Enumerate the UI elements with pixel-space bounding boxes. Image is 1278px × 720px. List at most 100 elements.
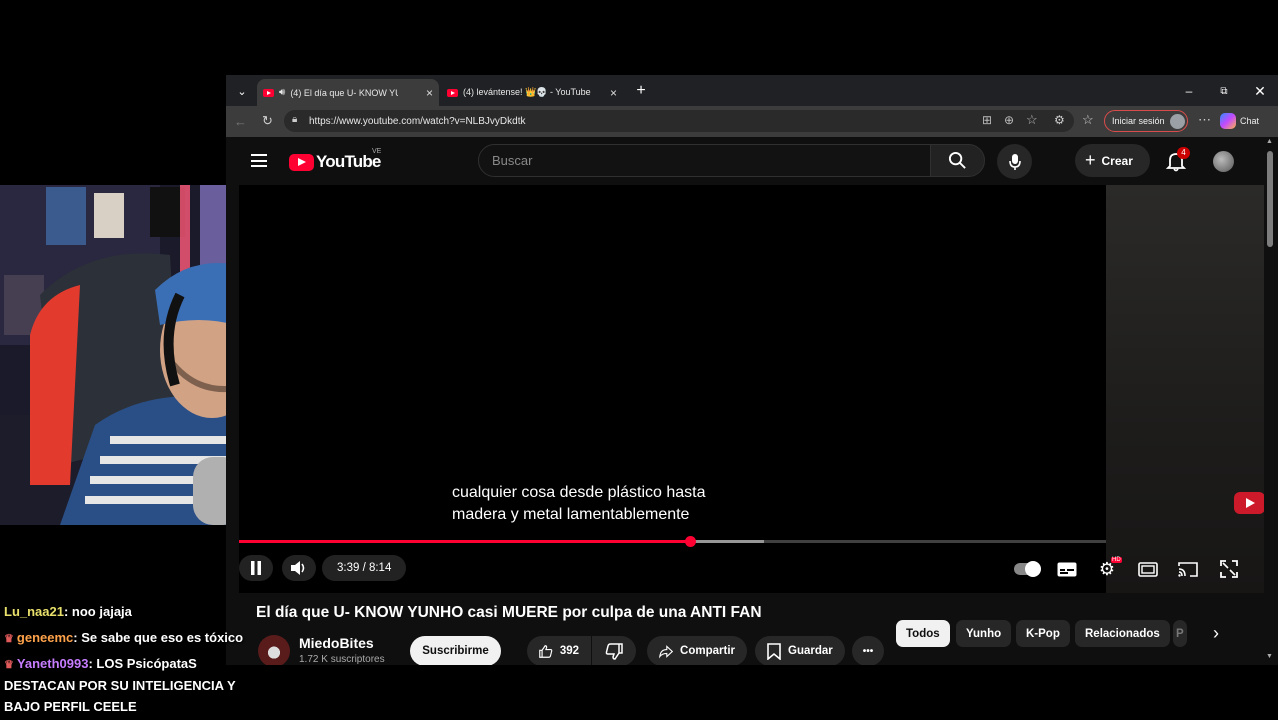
- subtitles-button[interactable]: [1055, 559, 1079, 579]
- zoom-icon[interactable]: ⊕: [1004, 113, 1014, 127]
- youtube-favicon-icon: [263, 88, 274, 97]
- extensions-icon[interactable]: ⚙︎: [1054, 113, 1065, 127]
- close-tab-icon[interactable]: ×: [610, 86, 617, 100]
- chat-message: ♛ geneemc: Se sabe que eso es tóxico: [4, 630, 243, 645]
- share-label: Compartir: [680, 645, 735, 657]
- chat-label: Chat: [1240, 116, 1260, 126]
- subscriber-count: 1.72 K suscriptores: [299, 654, 385, 665]
- youtube-logo[interactable]: YouTube: [289, 152, 381, 172]
- tab-video[interactable]: 🔊︎ (4) El día que U- KNOW YUNHO ×: [257, 79, 439, 106]
- youtube-favicon-icon: [447, 88, 458, 97]
- copilot-chat-button[interactable]: Chat: [1220, 111, 1272, 131]
- search-icon: [948, 151, 966, 169]
- volume-button[interactable]: [282, 555, 316, 581]
- scroll-down-arrow-icon[interactable]: ▼: [1266, 653, 1273, 660]
- save-label: Guardar: [788, 645, 833, 657]
- autoplay-toggle[interactable]: [1014, 561, 1041, 577]
- chat-badge-icon: ♛: [4, 633, 17, 645]
- region-code: VE: [372, 148, 382, 155]
- subscribe-button[interactable]: Suscribirme: [410, 636, 501, 665]
- scroll-up-arrow-icon[interactable]: ▲: [1266, 138, 1273, 145]
- chip-yunho[interactable]: Yunho: [956, 620, 1012, 647]
- page-scrollbar-thumb[interactable]: [1267, 151, 1273, 247]
- share-arrow-icon: [659, 644, 674, 659]
- create-label: Crear: [1101, 153, 1133, 168]
- search-input[interactable]: Buscar: [478, 144, 932, 177]
- cast-button[interactable]: [1176, 559, 1200, 579]
- youtube-watermark-icon: [1234, 492, 1265, 514]
- channel-avatar[interactable]: [258, 635, 290, 665]
- tab-title: (4) El día que U- KNOW YUNHO: [290, 87, 398, 98]
- search-button[interactable]: [930, 144, 985, 177]
- thumbs-down-icon: [605, 642, 623, 660]
- create-button[interactable]: + Crear: [1075, 144, 1150, 177]
- chat-badge-icon: ♛: [4, 659, 17, 671]
- signin-button[interactable]: Iniciar sesión: [1104, 110, 1188, 132]
- app-available-icon[interactable]: ⊞: [982, 113, 992, 127]
- speaker-icon[interactable]: 🔊︎: [279, 87, 285, 98]
- time-display: 3:39 / 8:14: [322, 555, 407, 581]
- chip-partial[interactable]: P: [1173, 620, 1187, 647]
- youtube-play-icon: [289, 153, 314, 171]
- tab-list-chevron-icon[interactable]: ⌄: [232, 81, 252, 101]
- url-text: https://www.youtube.com/watch?v=NLBJvyDk…: [309, 115, 526, 127]
- chat-username: Yaneth0993: [16, 656, 89, 671]
- chips-next-chevron-icon[interactable]: ›: [1206, 621, 1226, 645]
- cast-icon: [1178, 562, 1198, 577]
- volume-icon: [291, 561, 305, 575]
- video-caption: cualquier cosa desde plástico hasta made…: [452, 482, 852, 526]
- progress-played: [239, 540, 691, 543]
- share-button[interactable]: Compartir: [647, 636, 747, 665]
- chip-kpop[interactable]: K-Pop: [1016, 620, 1070, 647]
- chat-message: Lu_naa21: noo jajaja: [4, 604, 132, 619]
- url-field[interactable]: 🔒︎ https://www.youtube.com/watch?v=NLBJv…: [284, 110, 1074, 132]
- restore-icon[interactable]: ⧉: [1213, 80, 1235, 102]
- subtitles-icon: [1057, 562, 1077, 576]
- fullscreen-button[interactable]: [1218, 559, 1240, 579]
- more-menu-icon[interactable]: ⋯: [1198, 112, 1211, 128]
- like-button[interactable]: 392: [527, 636, 591, 665]
- progress-scrubber-handle[interactable]: [684, 536, 696, 547]
- caption-line-1: cualquier cosa desde plástico hasta: [452, 484, 706, 501]
- video-side-frame: [1106, 185, 1264, 593]
- video-player[interactable]: [239, 185, 1106, 593]
- dislike-button[interactable]: [592, 636, 636, 665]
- hamburger-menu-icon[interactable]: [251, 154, 267, 167]
- tab-title: (4) levántense! 👑💀 - YouTube: [463, 87, 591, 97]
- favorite-star-icon[interactable]: ☆: [1026, 112, 1038, 128]
- theater-mode-button[interactable]: [1136, 559, 1160, 579]
- minimize-icon[interactable]: –: [1178, 80, 1200, 102]
- plus-icon: +: [1085, 150, 1096, 170]
- site-info-icon[interactable]: 🔒︎: [292, 114, 297, 125]
- close-tab-icon[interactable]: ×: [426, 86, 433, 100]
- chat-text: : Se sabe que eso es tóxico: [73, 630, 244, 645]
- save-button[interactable]: Guardar: [755, 636, 845, 665]
- youtube-logo-text: YouTube: [316, 152, 381, 171]
- chat-username: geneemc: [16, 630, 74, 645]
- more-actions-button[interactable]: •••: [852, 636, 884, 665]
- refresh-icon[interactable]: ↻: [262, 113, 273, 129]
- user-avatar[interactable]: [1213, 151, 1234, 172]
- close-window-icon[interactable]: ✕: [1249, 80, 1271, 102]
- voice-search-button[interactable]: [997, 144, 1032, 179]
- pause-icon: [251, 561, 261, 575]
- chat-text: : noo jajaja: [63, 604, 132, 619]
- chat-text: : LOS PsicópataS: [88, 656, 197, 671]
- channel-name[interactable]: MiedoBites: [299, 635, 374, 651]
- chip-todos[interactable]: Todos: [896, 620, 950, 647]
- favorites-icon[interactable]: ☆: [1082, 112, 1094, 128]
- fullscreen-icon: [1220, 560, 1238, 578]
- tab-youtube[interactable]: (4) levántense! 👑💀 - YouTube ×: [441, 79, 623, 106]
- chat-username: Lu_naa21: [4, 604, 64, 619]
- hd-badge: HD: [1111, 557, 1122, 563]
- youtube-header: YouTube VE Buscar + Crear 4: [226, 137, 1278, 185]
- browser-window: ⌄ 🔊︎ (4) El día que U- KNOW YUNHO × (4) …: [226, 75, 1278, 665]
- back-arrow-icon[interactable]: ←: [234, 114, 247, 129]
- chat-message-continuation: BAJO PERFIL CEELE: [4, 699, 137, 714]
- pause-button[interactable]: [239, 555, 273, 581]
- caption-line-2: madera y metal lamentablemente: [452, 506, 690, 523]
- chip-relacionados[interactable]: Relacionados: [1075, 620, 1170, 647]
- new-tab-plus-icon[interactable]: +: [630, 80, 652, 102]
- chat-message: ♛ Yaneth0993: LOS PsicópataS: [4, 656, 197, 671]
- signin-label: Iniciar sesión: [1112, 116, 1165, 126]
